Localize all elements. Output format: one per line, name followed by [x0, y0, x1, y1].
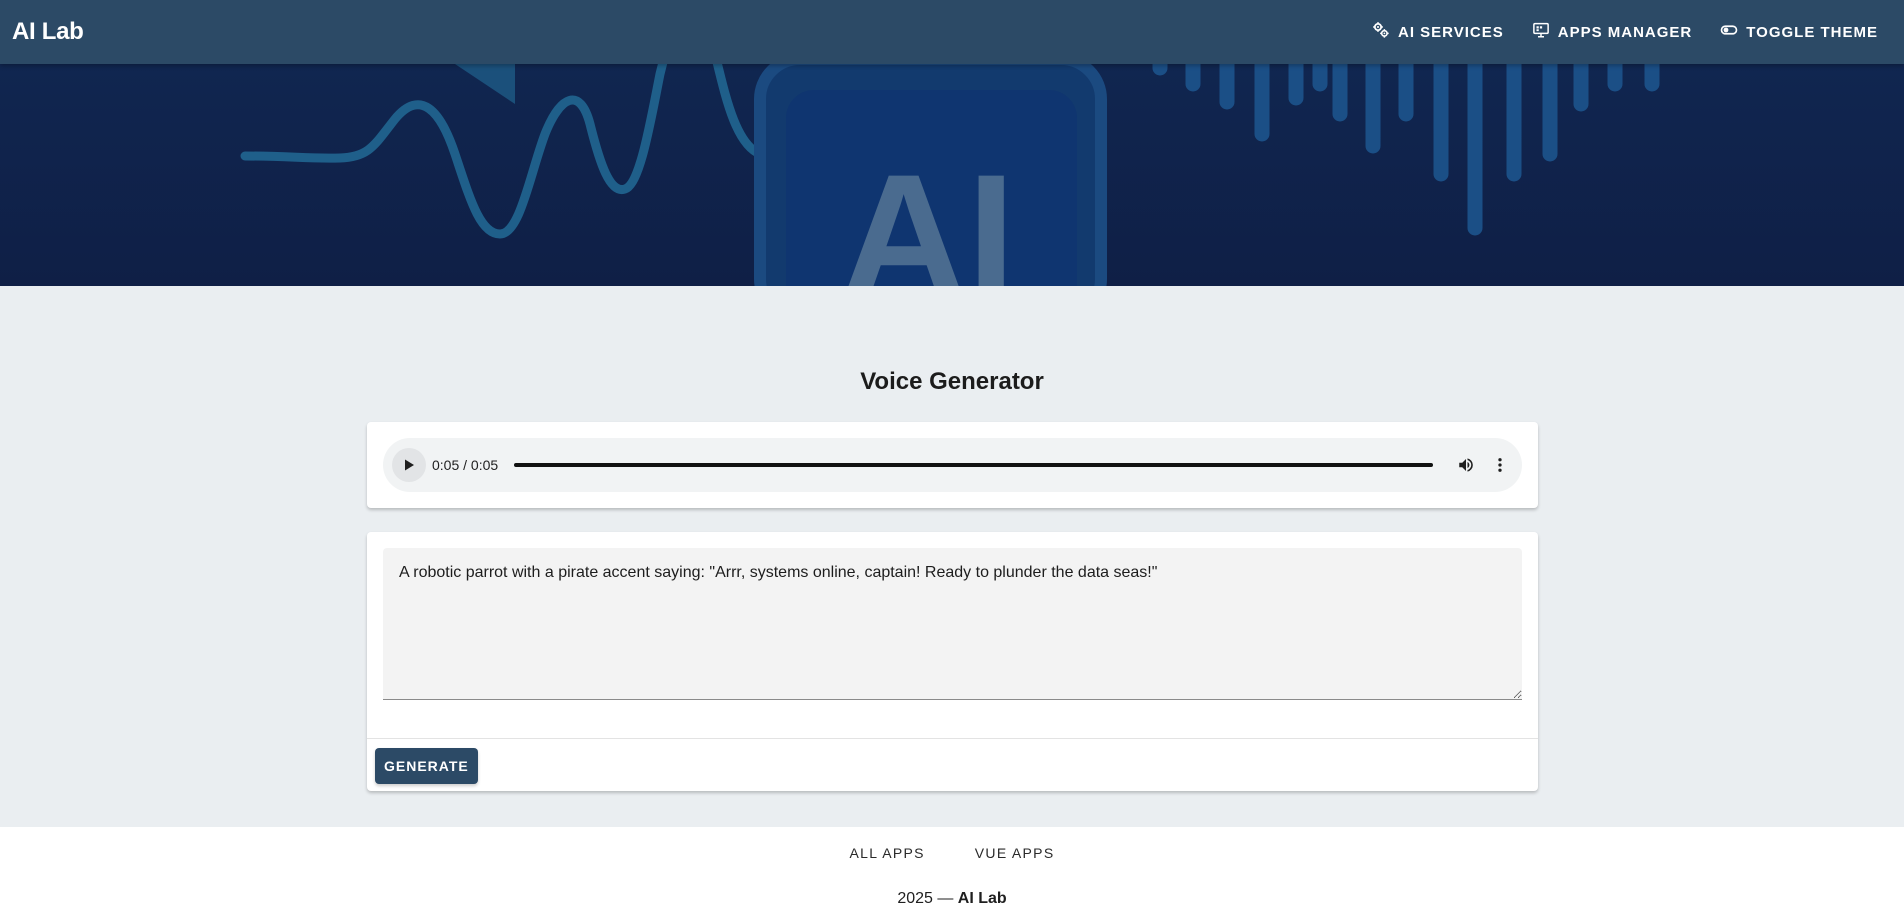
copyright: 2025 — AI Lab — [0, 890, 1904, 908]
hero-illustration: AI — [240, 64, 1660, 286]
toggle-theme-label: Toggle Theme — [1746, 23, 1878, 41]
page-title: Voice Generator — [860, 368, 1044, 395]
card-divider — [367, 738, 1538, 739]
copyright-brand: AI Lab — [957, 890, 1007, 907]
footer: All Apps Vue Apps 2025 — AI Lab — [0, 827, 1904, 919]
hero-chip-text: AI — [841, 139, 1016, 286]
apps-manager-label: Apps Manager — [1557, 23, 1693, 41]
footer-links: All Apps Vue Apps — [0, 845, 1904, 861]
audio-player: 0:05 / 0:05 — [383, 438, 1522, 492]
audio-card: 0:05 / 0:05 — [367, 422, 1538, 508]
hero-banner: AI — [0, 64, 1904, 286]
prompt-textarea[interactable] — [383, 548, 1522, 700]
hero-wave-line — [240, 64, 668, 239]
toggle-icon — [1720, 21, 1738, 43]
apps-manager-button[interactable]: Apps Manager — [1518, 12, 1707, 52]
play-icon — [405, 459, 414, 471]
hero-equalizer — [1152, 64, 1660, 236]
brand-title[interactable]: AI Lab — [12, 18, 84, 46]
ai-services-label: AI Services — [1397, 23, 1504, 41]
copyright-year: 2025 — — [897, 890, 958, 907]
footer-link-all-apps[interactable]: All Apps — [825, 845, 950, 861]
more-options-button[interactable] — [1489, 454, 1511, 476]
hero-arrow-shape — [455, 64, 515, 104]
generate-label: Generate — [384, 758, 469, 774]
toggle-theme-button[interactable]: Toggle Theme — [1706, 12, 1892, 52]
play-button[interactable] — [392, 448, 426, 482]
hero-wave-line-right — [712, 64, 765, 159]
app-bar: AI Lab AI Services Apps Manager Toggle T… — [0, 0, 1904, 64]
audio-progress-bar[interactable] — [514, 463, 1434, 467]
generate-button[interactable]: Generate — [375, 748, 478, 784]
ai-services-button[interactable]: AI Services — [1358, 12, 1518, 52]
footer-link-vue-apps[interactable]: Vue Apps — [950, 845, 1080, 861]
volume-button[interactable] — [1455, 454, 1477, 476]
monitor-apps-icon — [1532, 21, 1550, 43]
top-nav: AI Services Apps Manager Toggle Theme — [1358, 0, 1892, 64]
audio-time: 0:05 / 0:05 — [432, 457, 499, 473]
more-vert-icon — [1498, 458, 1502, 472]
cogs-icon — [1372, 21, 1390, 43]
generator-form-card: Generate — [367, 532, 1538, 791]
volume-icon — [1459, 458, 1474, 472]
